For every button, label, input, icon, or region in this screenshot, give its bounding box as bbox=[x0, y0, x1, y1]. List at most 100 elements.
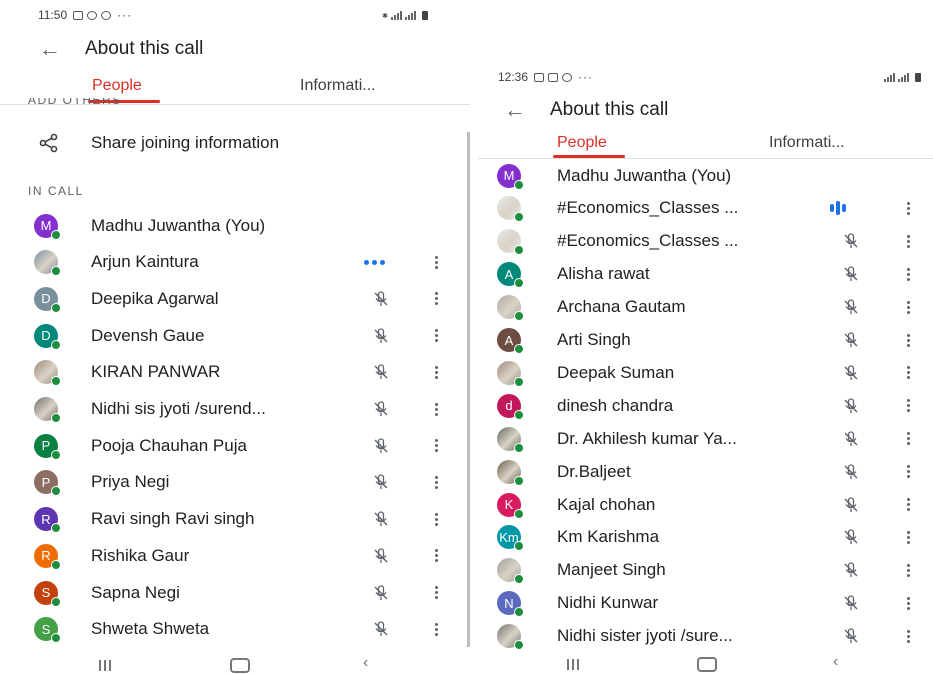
tab-people[interactable]: People bbox=[557, 134, 607, 152]
recent-apps-icon[interactable] bbox=[567, 658, 579, 670]
participant-row[interactable]: Dr. Akhilesh kumar Ya... bbox=[478, 420, 933, 457]
participant-row[interactable]: P Priya Negi bbox=[0, 464, 470, 501]
home-icon[interactable] bbox=[230, 657, 250, 673]
avatar-initial: d bbox=[505, 398, 513, 414]
participant-avatar bbox=[497, 229, 524, 256]
nav-back-icon[interactable]: ‹ bbox=[363, 654, 368, 672]
participant-row[interactable]: Dr.Baljeet bbox=[478, 453, 933, 490]
participant-avatar bbox=[497, 426, 524, 453]
more-options-icon[interactable] bbox=[434, 622, 438, 636]
more-options-icon[interactable] bbox=[434, 512, 438, 526]
more-options-icon[interactable] bbox=[906, 432, 910, 446]
participant-row[interactable]: A Alisha rawat bbox=[478, 256, 933, 293]
share-label: Share joining information bbox=[91, 132, 280, 152]
tab-information[interactable]: Informati... bbox=[769, 134, 845, 152]
more-options-icon[interactable] bbox=[434, 329, 438, 343]
online-indicator-icon bbox=[514, 212, 524, 223]
status-time: 12:36 bbox=[498, 70, 529, 84]
youtube-icon bbox=[534, 72, 545, 82]
more-options-icon[interactable] bbox=[906, 333, 910, 347]
more-options-icon[interactable] bbox=[434, 255, 438, 269]
participant-row[interactable]: P Pooja Chauhan Puja bbox=[0, 427, 470, 464]
avatar-initial: R bbox=[41, 548, 51, 564]
scrollbar[interactable] bbox=[467, 132, 470, 647]
participant-row[interactable]: d dinesh chandra bbox=[478, 387, 933, 424]
participant-row[interactable]: Nidhi sister jyoti /sure... bbox=[478, 618, 933, 655]
participant-name: Nidhi sis jyoti /surend... bbox=[91, 399, 266, 418]
avatar-initial: D bbox=[41, 328, 51, 344]
mic-off-icon bbox=[842, 364, 860, 382]
online-indicator-icon bbox=[51, 596, 61, 607]
more-options-icon[interactable] bbox=[434, 402, 438, 416]
tab-people[interactable]: People bbox=[92, 77, 142, 95]
participant-row[interactable]: Km Km Karishma bbox=[478, 519, 933, 556]
participant-avatar: A bbox=[497, 328, 524, 354]
online-indicator-icon bbox=[514, 640, 524, 651]
participant-row[interactable]: Arjun Kaintura bbox=[0, 244, 470, 281]
mic-off-icon bbox=[842, 496, 860, 514]
more-options-icon[interactable] bbox=[906, 300, 910, 314]
online-indicator-icon bbox=[514, 344, 524, 354]
more-options-icon[interactable] bbox=[906, 596, 910, 610]
participant-row[interactable]: #Economics_Classes ... bbox=[478, 190, 933, 227]
recent-apps-icon[interactable] bbox=[99, 659, 111, 671]
participant-row[interactable]: Manjeet Singh bbox=[478, 552, 933, 589]
more-options-icon[interactable] bbox=[906, 366, 910, 380]
participant-row[interactable]: A Arti Singh bbox=[478, 322, 933, 359]
home-icon[interactable] bbox=[697, 656, 717, 672]
more-options-icon[interactable] bbox=[906, 530, 910, 544]
mic-off-icon bbox=[842, 397, 860, 415]
mic-off-icon bbox=[372, 290, 390, 308]
participant-avatar: P bbox=[34, 470, 61, 497]
more-options-icon[interactable] bbox=[434, 549, 438, 563]
participant-name: Madhu Juwantha (You) bbox=[91, 215, 266, 235]
participant-row[interactable]: N Nidhi Kunwar bbox=[478, 585, 933, 622]
participant-avatar bbox=[497, 459, 524, 486]
avatar-initial: R bbox=[41, 511, 51, 527]
participant-row[interactable]: K Kajal chohan bbox=[478, 486, 933, 523]
back-arrow-icon[interactable]: ← bbox=[500, 97, 530, 123]
more-options-icon[interactable] bbox=[434, 365, 438, 379]
system-icons: ✱ bbox=[382, 10, 428, 20]
add-others-text: ADD OTHERS bbox=[28, 98, 122, 106]
more-options-icon[interactable] bbox=[434, 439, 438, 453]
participant-row[interactable]: #Economics_Classes ... bbox=[478, 223, 933, 260]
participant-row[interactable]: Deepak Suman bbox=[478, 354, 933, 391]
online-indicator-icon bbox=[514, 409, 524, 420]
more-options-icon[interactable] bbox=[906, 629, 910, 643]
participant-row[interactable]: S Shweta Shweta bbox=[0, 611, 470, 648]
more-options-icon[interactable] bbox=[906, 267, 910, 281]
more-options-icon[interactable] bbox=[906, 563, 910, 577]
gallery-icon bbox=[73, 10, 84, 20]
participant-row[interactable]: KIRAN PANWAR bbox=[0, 354, 470, 391]
participant-row[interactable]: D Deepika Agarwal bbox=[0, 280, 470, 317]
avatar-initial: K bbox=[504, 497, 514, 512]
more-options-icon[interactable] bbox=[906, 399, 910, 413]
more-options-icon[interactable] bbox=[434, 475, 438, 489]
mic-off-icon bbox=[372, 437, 390, 455]
participant-row[interactable]: M Madhu Juwantha (You) bbox=[478, 157, 933, 194]
more-options-icon[interactable] bbox=[434, 586, 438, 599]
participant-avatar bbox=[497, 196, 524, 223]
participant-row[interactable]: Nidhi sis jyoti /surend... bbox=[0, 391, 470, 428]
participant-row[interactable]: Archana Gautam bbox=[478, 289, 933, 326]
more-options-icon[interactable] bbox=[906, 465, 910, 479]
participant-avatar bbox=[34, 397, 61, 423]
back-arrow-icon[interactable]: ← bbox=[35, 36, 65, 62]
more-options-icon[interactable] bbox=[906, 234, 910, 248]
participant-row[interactable]: D Devensh Gaue bbox=[0, 317, 470, 354]
participant-row[interactable]: R Rishika Gaur bbox=[0, 537, 470, 574]
mic-off-icon bbox=[372, 473, 390, 491]
nav-back-icon[interactable]: ‹ bbox=[833, 653, 838, 671]
system-icons bbox=[884, 72, 921, 82]
share-joining-info[interactable]: Share joining information bbox=[0, 124, 470, 161]
more-options-icon[interactable] bbox=[434, 292, 438, 306]
participant-row[interactable]: M Madhu Juwantha (You) bbox=[0, 207, 470, 244]
participant-name: Sapna Negi bbox=[91, 582, 180, 602]
more-options-icon[interactable] bbox=[906, 498, 910, 511]
avatar-initial: S bbox=[41, 585, 51, 600]
participant-row[interactable]: R Ravi singh Ravi singh bbox=[0, 501, 470, 538]
more-options-icon[interactable] bbox=[906, 201, 910, 215]
tab-information[interactable]: Informati... bbox=[300, 77, 376, 95]
participant-row[interactable]: S Sapna Negi bbox=[0, 574, 470, 611]
